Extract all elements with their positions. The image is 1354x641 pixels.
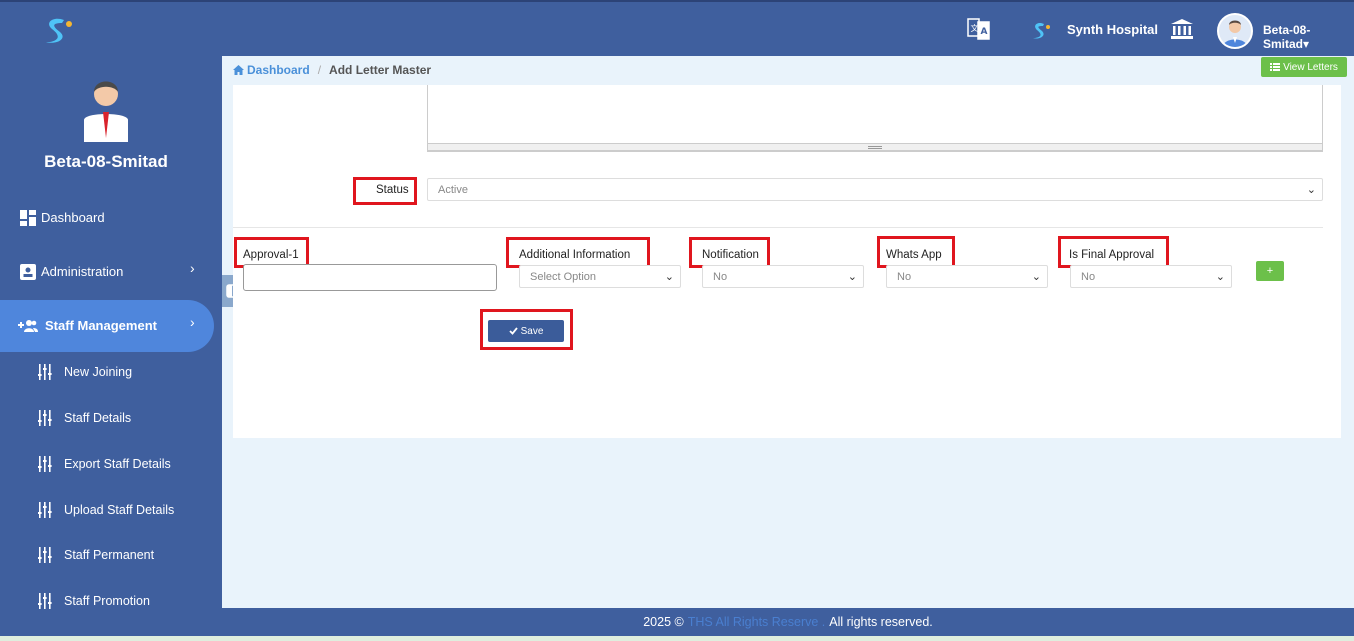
sidebar-subitem-upload-staff-details[interactable]: Upload Staff Details [0,490,214,530]
footer-copyright: 2025 © [643,615,684,629]
top-bar: 文 A Synth Hospital Beta-08-Smitad▾ [0,0,1354,56]
additional-info-select-value: Select Option [530,270,597,283]
sidebar-item-label: Dashboard [41,210,105,225]
svg-text:文: 文 [971,23,979,33]
view-letters-label: View Letters [1283,61,1338,73]
home-icon [233,65,244,75]
hospital-name[interactable]: Synth Hospital [1067,22,1158,37]
sidebar-subitem-staff-promotion[interactable]: Staff Promotion [0,581,214,621]
approval-1-input[interactable] [243,264,497,291]
chevron-down-icon: ⌄ [1215,271,1225,283]
chevron-down-icon: ⌄ [664,271,674,283]
notification-label: Notification [702,249,759,261]
textarea-resize-handle[interactable] [427,143,1323,151]
additional-info-select[interactable]: Select Option ⌄ [519,265,681,288]
institution-icon[interactable] [1170,18,1194,40]
language-icon[interactable]: 文 A [966,16,992,42]
sidebar-item-dashboard[interactable]: Dashboard [0,192,214,244]
chevron-down-icon: ⌄ [847,271,857,283]
footer: 2025 © THS All Rights Reserve . All righ… [222,608,1354,636]
chevron-right-icon: › [190,314,195,330]
app-logo-icon[interactable] [40,14,74,48]
content-textarea[interactable] [427,85,1323,152]
chevron-down-icon: ⌄ [1031,271,1041,283]
letter-master-form: Status Active ⌄ Approval-1 Additional In… [233,85,1341,438]
add-approval-button[interactable]: + [1256,261,1284,281]
breadcrumb-home-link[interactable]: Dashboard [247,63,310,77]
sliders-icon [38,547,52,563]
final-approval-label: Is Final Approval [1069,249,1155,261]
sliders-icon [38,456,52,472]
sidebar-subitem-staff-permanent[interactable]: Staff Permanent [0,535,214,575]
status-select[interactable]: Active ⌄ [427,178,1323,201]
sidebar-subitem-label: Staff Details [64,411,132,425]
whatsapp-label: Whats App [886,249,942,261]
chevron-right-icon: › [190,260,195,276]
profile-avatar-icon [84,81,128,142]
bottom-strip [0,636,1354,641]
sidebar-subitem-label: New Joining [64,365,133,379]
id-card-icon [20,264,36,280]
brand-mini-icon [1033,22,1050,39]
sidebar-subitem-label: Upload Staff Details [64,503,175,517]
sidebar-item-label: Administration [41,264,124,279]
sliders-icon [38,410,52,426]
sidebar: Beta-08-Smitad Dashboard Administration … [0,56,222,641]
breadcrumb-separator: / [317,63,322,77]
footer-brand-link[interactable]: THS All Rights Reserve . [688,615,826,629]
user-avatar-icon [1223,20,1247,47]
final-approval-select[interactable]: No ⌄ [1070,265,1232,288]
user-avatar[interactable] [1217,13,1253,49]
dashboard-icon [20,210,36,226]
notification-select[interactable]: No ⌄ [702,265,864,288]
status-label: Status [376,184,409,196]
notification-select-value: No [713,270,728,283]
sidebar-subitem-export-staff-details[interactable]: Export Staff Details [0,444,214,484]
save-button-label: Save [520,325,544,337]
check-icon [508,327,518,335]
sliders-icon [38,593,52,609]
breadcrumb-current: Add Letter Master [329,63,432,77]
whatsapp-select[interactable]: No ⌄ [886,265,1048,288]
sliders-icon [38,364,52,380]
save-button[interactable]: Save [488,320,564,342]
sidebar-item-administration[interactable]: Administration › [0,246,214,298]
sidebar-subitem-new-joining[interactable]: New Joining [0,352,214,392]
list-icon [1270,63,1281,71]
footer-rights: All rights reserved. [829,615,933,629]
sidebar-subitem-label: Staff Promotion [64,594,150,608]
chevron-down-icon: ⌄ [1306,184,1316,196]
section-divider [233,227,1323,228]
whatsapp-select-value: No [897,270,912,283]
sidebar-subitem-label: Staff Permanent [64,548,155,562]
svg-text:A: A [981,27,988,37]
sidebar-item-staff-management[interactable]: Staff Management › [0,300,214,352]
grip-icon [868,146,882,149]
sliders-icon [38,502,52,518]
final-approval-select-value: No [1081,270,1096,283]
sidebar-subitem-label: Export Staff Details [64,457,171,471]
user-plus-icon [18,320,38,332]
profile-name: Beta-08-Smitad [44,152,168,171]
status-select-value: Active [438,183,468,196]
user-menu-toggle[interactable]: Beta-08-Smitad▾ [1263,23,1354,51]
sidebar-item-label: Staff Management [45,318,157,333]
breadcrumb: Dashboard / Add Letter Master [233,63,431,77]
view-letters-button[interactable]: View Letters [1261,57,1347,77]
additional-info-label: Additional Information [519,249,631,261]
chevron-down-icon: ▾ [1303,37,1310,51]
sidebar-subitem-staff-details[interactable]: Staff Details [0,398,214,438]
approval-1-label: Approval-1 [243,249,299,261]
